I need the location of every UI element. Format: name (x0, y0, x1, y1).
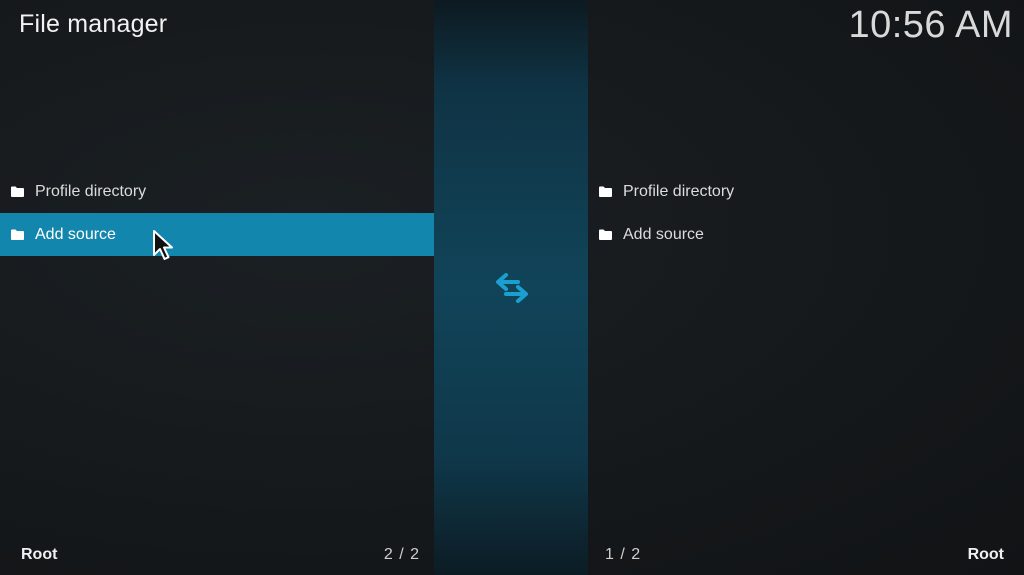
list-item-label: Add source (35, 225, 116, 243)
right-item-count: 1 / 2 (605, 546, 642, 563)
left-path-label: Root (21, 546, 58, 563)
right-file-list: Profile directory Add source (588, 170, 1024, 256)
left-file-list: Profile directory Add source (0, 170, 434, 256)
folder-icon (11, 186, 24, 197)
left-item-count: 2 / 2 (383, 546, 420, 563)
folder-icon (599, 186, 612, 197)
folder-icon (11, 229, 24, 240)
list-item-label: Profile directory (35, 182, 147, 200)
list-item-label: Profile directory (623, 182, 735, 200)
list-item-label: Add source (623, 225, 704, 243)
file-manager-window: File manager 10:56 AM Profile directory … (0, 0, 1024, 575)
list-item-add-source[interactable]: Add source (0, 213, 434, 256)
list-item-add-source[interactable]: Add source (588, 213, 1024, 256)
right-pane: Profile directory Add source 1 / 2 Root (588, 0, 1024, 575)
left-pane: Profile directory Add source Root 2 / 2 (0, 0, 434, 575)
folder-icon (599, 229, 612, 240)
list-item-profile-directory[interactable]: Profile directory (588, 170, 1024, 213)
list-item-profile-directory[interactable]: Profile directory (0, 170, 434, 213)
center-divider (434, 0, 588, 575)
right-path-label: Root (967, 546, 1004, 563)
swap-arrows-icon[interactable] (494, 272, 530, 304)
